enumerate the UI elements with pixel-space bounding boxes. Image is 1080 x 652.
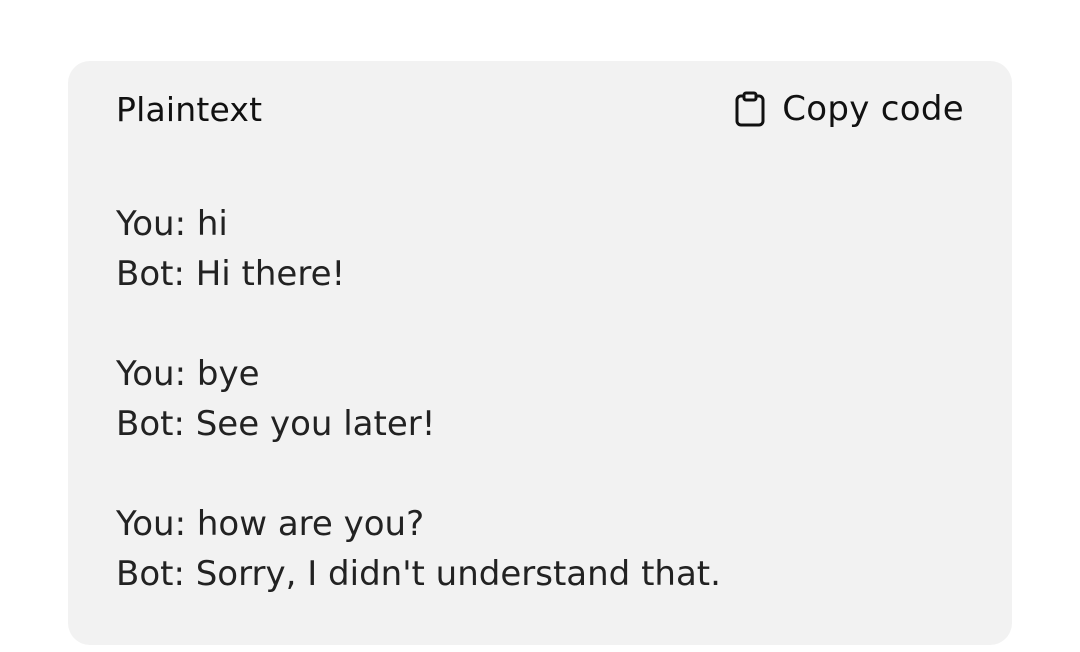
- code-block-header: Plaintext Copy code: [116, 85, 964, 133]
- clipboard-icon: [734, 91, 766, 127]
- code-content: You: hi Bot: Hi there! You: bye Bot: See…: [116, 204, 721, 594]
- copy-code-button[interactable]: Copy code: [734, 89, 964, 129]
- code-language-label: Plaintext: [116, 89, 263, 129]
- code-block: Plaintext Copy code You: hi Bot: Hi ther…: [68, 61, 1012, 645]
- copy-code-label: Copy code: [782, 89, 964, 129]
